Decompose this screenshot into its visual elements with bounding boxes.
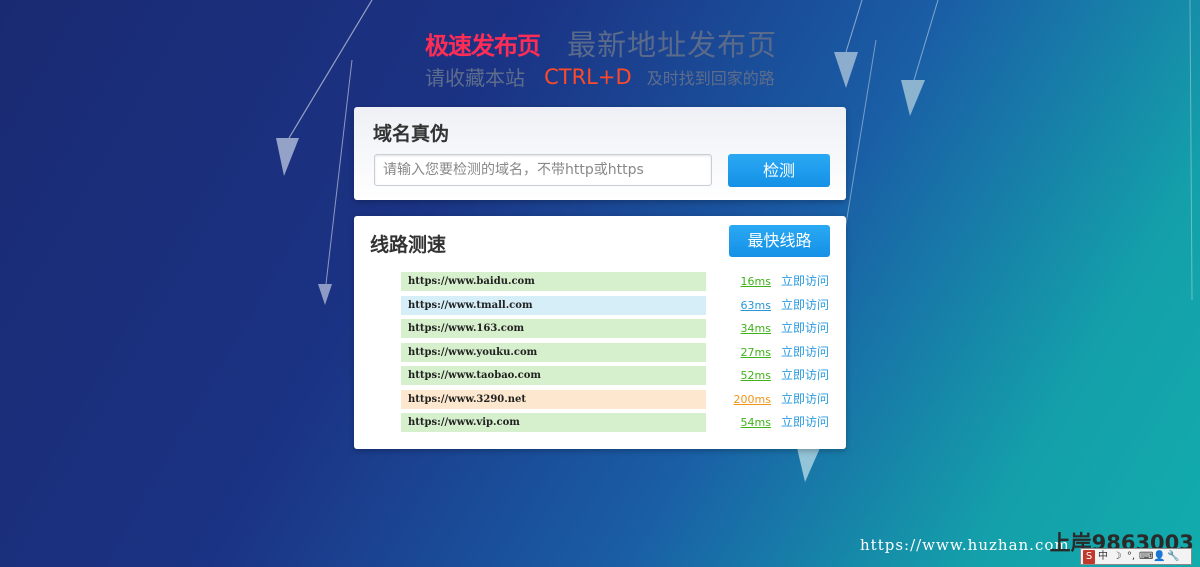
ime-settings-icon[interactable]: 🔧 (1167, 550, 1179, 564)
line-speed-title: 线路测速 (370, 234, 447, 256)
line-url: https://www.3290.net (401, 389, 706, 409)
line-row: https://www.vip.com 54ms 立即访问 (354, 413, 846, 437)
line-latency[interactable]: 63ms (741, 296, 771, 315)
line-row: https://www.baidu.com 16ms 立即访问 (354, 272, 846, 296)
ime-keyboard-icon[interactable]: ⌨ (1139, 550, 1153, 564)
hero-badge: 极速发布页 (425, 31, 541, 60)
arrow-decoration-3 (834, 0, 863, 88)
line-row: https://www.youku.com 27ms 立即访问 (354, 342, 846, 367)
line-row: https://www.tmall.com 63ms 立即访问 (354, 295, 846, 320)
line-latency[interactable]: 54ms (741, 413, 771, 432)
line-url: https://www.vip.com (401, 413, 706, 432)
line-latency[interactable]: 200ms (734, 390, 771, 409)
visit-now-link[interactable]: 立即访问 (781, 413, 829, 432)
hero-subtitle-suffix: 及时找到回家的路 (646, 68, 775, 88)
line-row: https://www.163.com 34ms 立即访问 (354, 319, 846, 343)
line-url: https://www.163.com (401, 319, 706, 338)
visit-now-link[interactable]: 立即访问 (781, 366, 829, 385)
visit-now-link[interactable]: 立即访问 (781, 343, 829, 362)
domain-verify-title: 域名真伪 (373, 123, 450, 145)
hero-subtitle-prefix: 请收藏本站 (425, 66, 525, 90)
arrow-decoration-2 (318, 59, 353, 305)
line-latency[interactable]: 34ms (741, 319, 771, 338)
line-speed-card: 线路测速 最快线路 https://www.baidu.com 16ms 立即访问 h… (354, 216, 846, 449)
line-latency[interactable]: 16ms (741, 272, 771, 291)
ime-toolbar[interactable]: S 中 ☽ °, ⌨ 👤 🔧 (1080, 548, 1192, 565)
hero-title: 最新地址发布页 (567, 28, 778, 62)
visit-now-link[interactable]: 立即访问 (781, 390, 829, 409)
line-url: https://www.taobao.com (401, 366, 706, 385)
visit-now-link[interactable]: 立即访问 (781, 319, 829, 338)
hero-subtitle-line: 请收藏本站 CTRL+D 及时找到回家的路 (425, 62, 775, 91)
domain-input[interactable] (374, 154, 712, 186)
hero-title-line: 极速发布页 最新地址发布页 (425, 22, 777, 64)
ime-chinese-mode[interactable]: 中 (1097, 550, 1109, 564)
line-url: https://www.youku.com (401, 342, 706, 362)
fastest-line-button[interactable]: 最快线路 (729, 225, 830, 257)
line-row: https://www.3290.net 200ms 立即访问 (354, 389, 846, 414)
line-row: https://www.taobao.com 52ms 立即访问 (354, 366, 846, 390)
check-button[interactable]: 检测 (728, 154, 830, 187)
visit-now-link[interactable]: 立即访问 (781, 272, 829, 291)
line-url: https://www.tmall.com (401, 295, 706, 315)
line-list: https://www.baidu.com 16ms 立即访问 https://www… (354, 272, 846, 437)
hero-shortcut-key: CTRL+D (544, 64, 632, 89)
ime-logo-icon[interactable]: S (1083, 549, 1095, 564)
line-latency[interactable]: 52ms (741, 366, 771, 385)
line-latency[interactable]: 27ms (741, 343, 771, 362)
ime-moon-icon[interactable]: ☽ (1111, 550, 1123, 564)
ime-punctuation-icon[interactable]: °, (1125, 550, 1137, 564)
ime-user-icon[interactable]: 👤 (1153, 550, 1165, 564)
arrow-decoration-4 (901, 0, 939, 116)
arrow-decoration-6 (1189, 0, 1193, 301)
watermark-url: https://www.huzhan.com (860, 536, 1070, 554)
domain-verify-card: 域名真伪 检测 (354, 107, 846, 200)
visit-now-link[interactable]: 立即访问 (781, 296, 829, 315)
line-url: https://www.baidu.com (401, 272, 706, 291)
